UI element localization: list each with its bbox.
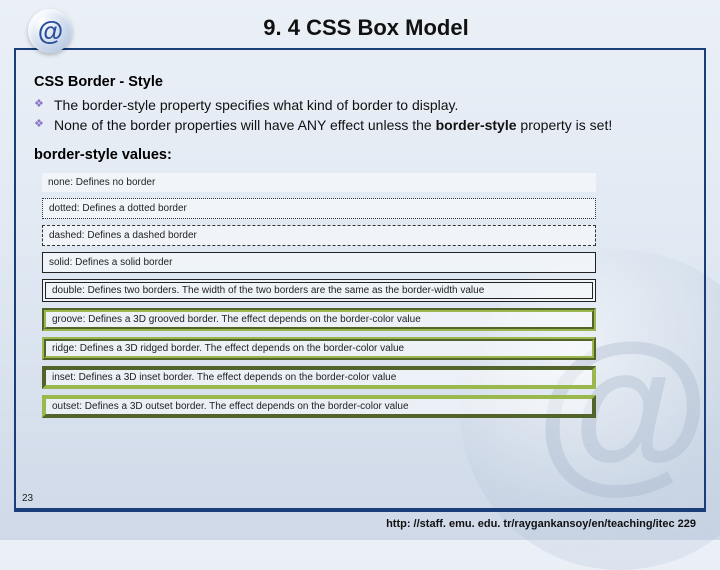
bullet-text: None of the border properties will have …: [54, 117, 612, 133]
list-item: None of the border properties will have …: [34, 116, 686, 135]
border-sample: inset: Defines a 3D inset border. The ef…: [42, 366, 596, 389]
border-sample: double: Defines two borders. The width o…: [42, 279, 596, 302]
border-sample: none: Defines no border: [42, 173, 596, 192]
page-number: 23: [22, 493, 33, 504]
slide-content: CSS Border - Style The border-style prop…: [0, 56, 720, 418]
border-sample: dashed: Defines a dashed border: [42, 225, 596, 246]
at-icon: @: [28, 9, 72, 53]
list-item: The border-style property specifies what…: [34, 96, 686, 115]
border-sample: dotted: Defines a dotted border: [42, 198, 596, 219]
bottom-rule: [14, 510, 706, 512]
slide-title: 9. 4 CSS Box Model: [82, 15, 720, 41]
slide-header: @ 9. 4 CSS Box Model: [0, 0, 720, 56]
border-sample: ridge: Defines a 3D ridged border. The e…: [42, 337, 596, 360]
border-samples: none: Defines no border dotted: Defines a…: [42, 173, 596, 418]
border-sample: solid: Defines a solid border: [42, 252, 596, 273]
section-title: CSS Border - Style: [34, 74, 686, 90]
bullet-list: The border-style property specifies what…: [34, 96, 686, 135]
footer-url: http: //staff. emu. edu. tr/raygankansoy…: [386, 518, 696, 530]
border-sample: groove: Defines a 3D grooved border. The…: [42, 308, 596, 331]
border-sample: outset: Defines a 3D outset border. The …: [42, 395, 596, 418]
bold-term: border-style: [436, 117, 517, 133]
values-title: border-style values:: [34, 147, 686, 163]
